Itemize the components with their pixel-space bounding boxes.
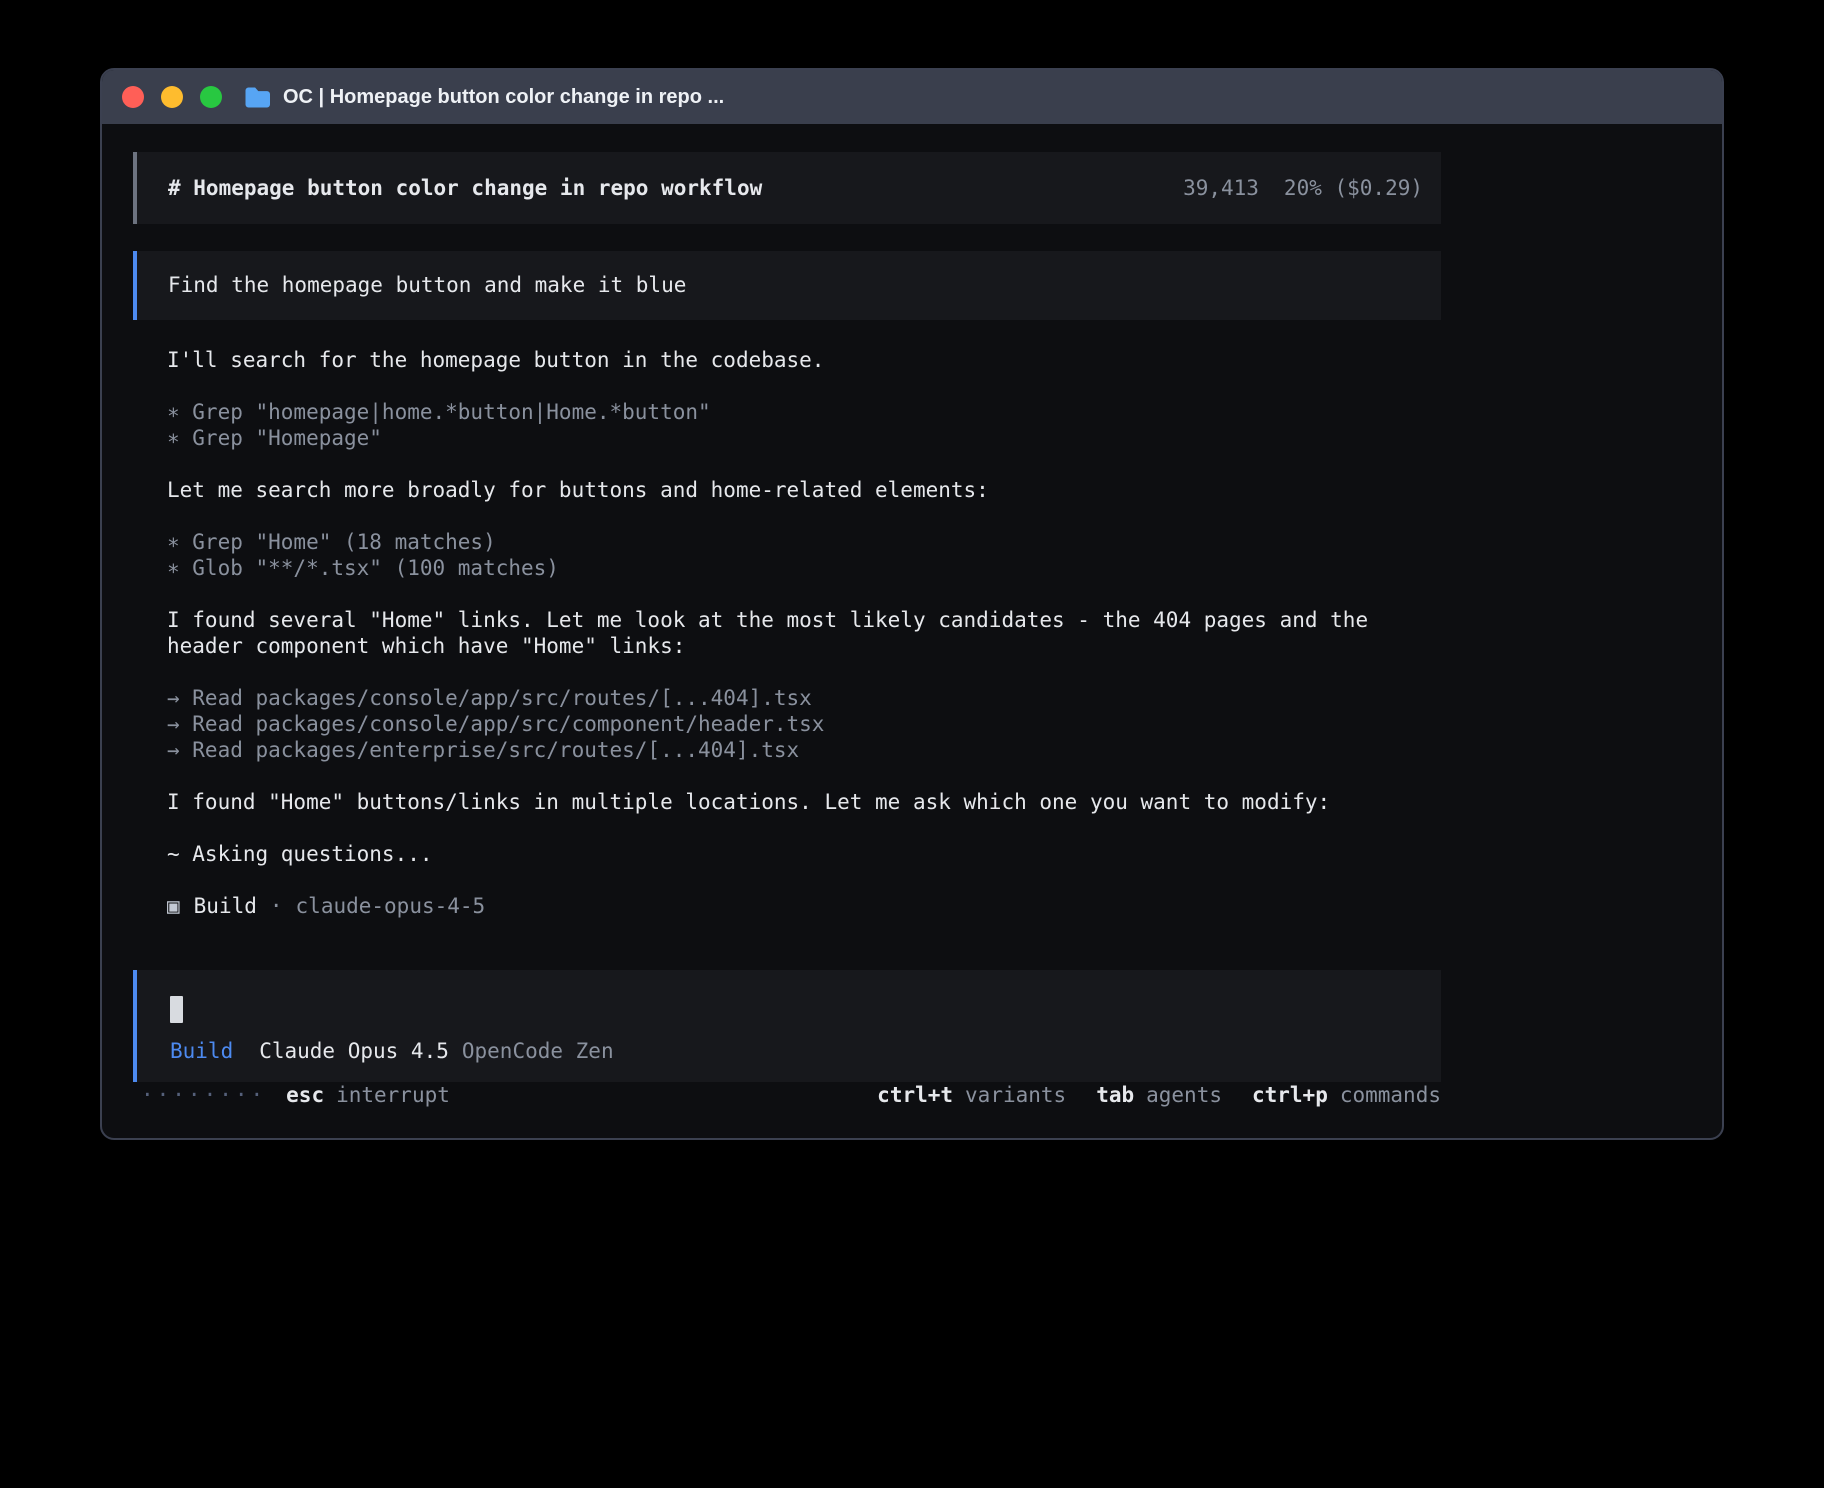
assistant-text: I found "Home" buttons/links in multiple…	[167, 789, 1441, 815]
tool-call: ∗ Grep "Homepage"	[167, 425, 1441, 451]
user-message: Find the homepage button and make it blu…	[133, 251, 1441, 320]
tool-call: ∗ Grep "Home" (18 matches)	[167, 529, 1441, 555]
terminal-window: OC | Homepage button color change in rep…	[100, 68, 1724, 1140]
session-title: # Homepage button color change in repo w…	[168, 176, 762, 200]
tool-call: → Read packages/console/app/src/routes/[…	[167, 685, 1441, 711]
desktop-background: OC | Homepage button color change in rep…	[0, 0, 1824, 1488]
shortcut-interrupt: esc interrupt	[286, 1082, 450, 1108]
tool-call: → Read packages/console/app/src/componen…	[167, 711, 1441, 737]
window-titlebar[interactable]: OC | Homepage button color change in rep…	[102, 70, 1722, 124]
shortcut-variants: ctrl+t variants	[877, 1082, 1066, 1108]
assistant-text: Let me search more broadly for buttons a…	[167, 477, 1441, 503]
model-label: Claude Opus 4.5	[259, 1038, 449, 1064]
agent-icon: ▣	[167, 893, 180, 919]
provider-label: OpenCode Zen	[462, 1038, 614, 1064]
shortcut-label: variants	[965, 1082, 1066, 1108]
tool-call: → Read packages/enterprise/src/routes/[.…	[167, 737, 1441, 763]
zoom-button[interactable]	[200, 86, 222, 108]
shortcut-key: esc	[286, 1082, 324, 1108]
activity-status: ~ Asking questions...	[167, 841, 1441, 867]
status-bar: ········ esc interrupt ctrl+t variants t…	[133, 1082, 1441, 1108]
session-stats: 39,413 20% ($0.29)	[1183, 176, 1423, 200]
window-title: OC | Homepage button color change in rep…	[283, 86, 724, 109]
assistant-text: I found several "Home" links. Let me loo…	[167, 607, 1441, 659]
folder-icon	[244, 86, 271, 108]
assistant-text: I'll search for the homepage button in t…	[167, 347, 1441, 373]
conversation: I'll search for the homepage button in t…	[133, 320, 1441, 945]
shortcut-key: tab	[1096, 1082, 1134, 1108]
status-right: ctrl+t variants tab agents ctrl+p comman…	[877, 1082, 1441, 1108]
tool-call: ∗ Glob "**/*.tsx" (100 matches)	[167, 555, 1441, 581]
activity-dots: ········	[141, 1082, 266, 1108]
user-message-text: Find the homepage button and make it blu…	[168, 273, 686, 297]
shortcut-label: interrupt	[336, 1082, 450, 1108]
tool-call: ∗ Grep "homepage|home.*button|Home.*butt…	[167, 399, 1441, 425]
agent-badge: ▣ Build · claude-opus-4-5	[167, 893, 1441, 919]
shortcut-key: ctrl+t	[877, 1082, 953, 1108]
session-header: # Homepage button color change in repo w…	[133, 152, 1441, 224]
token-count: 39,413	[1183, 176, 1259, 200]
agent-mode-label: Build	[170, 1038, 233, 1064]
status-left: ········ esc interrupt	[133, 1082, 450, 1108]
input-footer: Build Claude Opus 4.5 OpenCode Zen	[170, 1038, 1441, 1064]
agent-separator: ·	[270, 893, 283, 919]
shortcut-label: agents	[1146, 1082, 1222, 1108]
agent-model: claude-opus-4-5	[296, 893, 486, 919]
agent-name: Build	[194, 893, 257, 919]
shortcut-agents: tab agents	[1096, 1082, 1222, 1108]
shortcut-label: commands	[1340, 1082, 1441, 1108]
prompt-input[interactable]: Build Claude Opus 4.5 OpenCode Zen	[133, 970, 1441, 1082]
context-usage: 20% ($0.29)	[1284, 176, 1423, 200]
text-cursor	[170, 996, 183, 1023]
traffic-lights	[122, 86, 222, 108]
shortcut-key: ctrl+p	[1252, 1082, 1328, 1108]
close-button[interactable]	[122, 86, 144, 108]
minimize-button[interactable]	[161, 86, 183, 108]
terminal-content: # Homepage button color change in repo w…	[102, 124, 1441, 1138]
shortcut-commands: ctrl+p commands	[1252, 1082, 1441, 1108]
